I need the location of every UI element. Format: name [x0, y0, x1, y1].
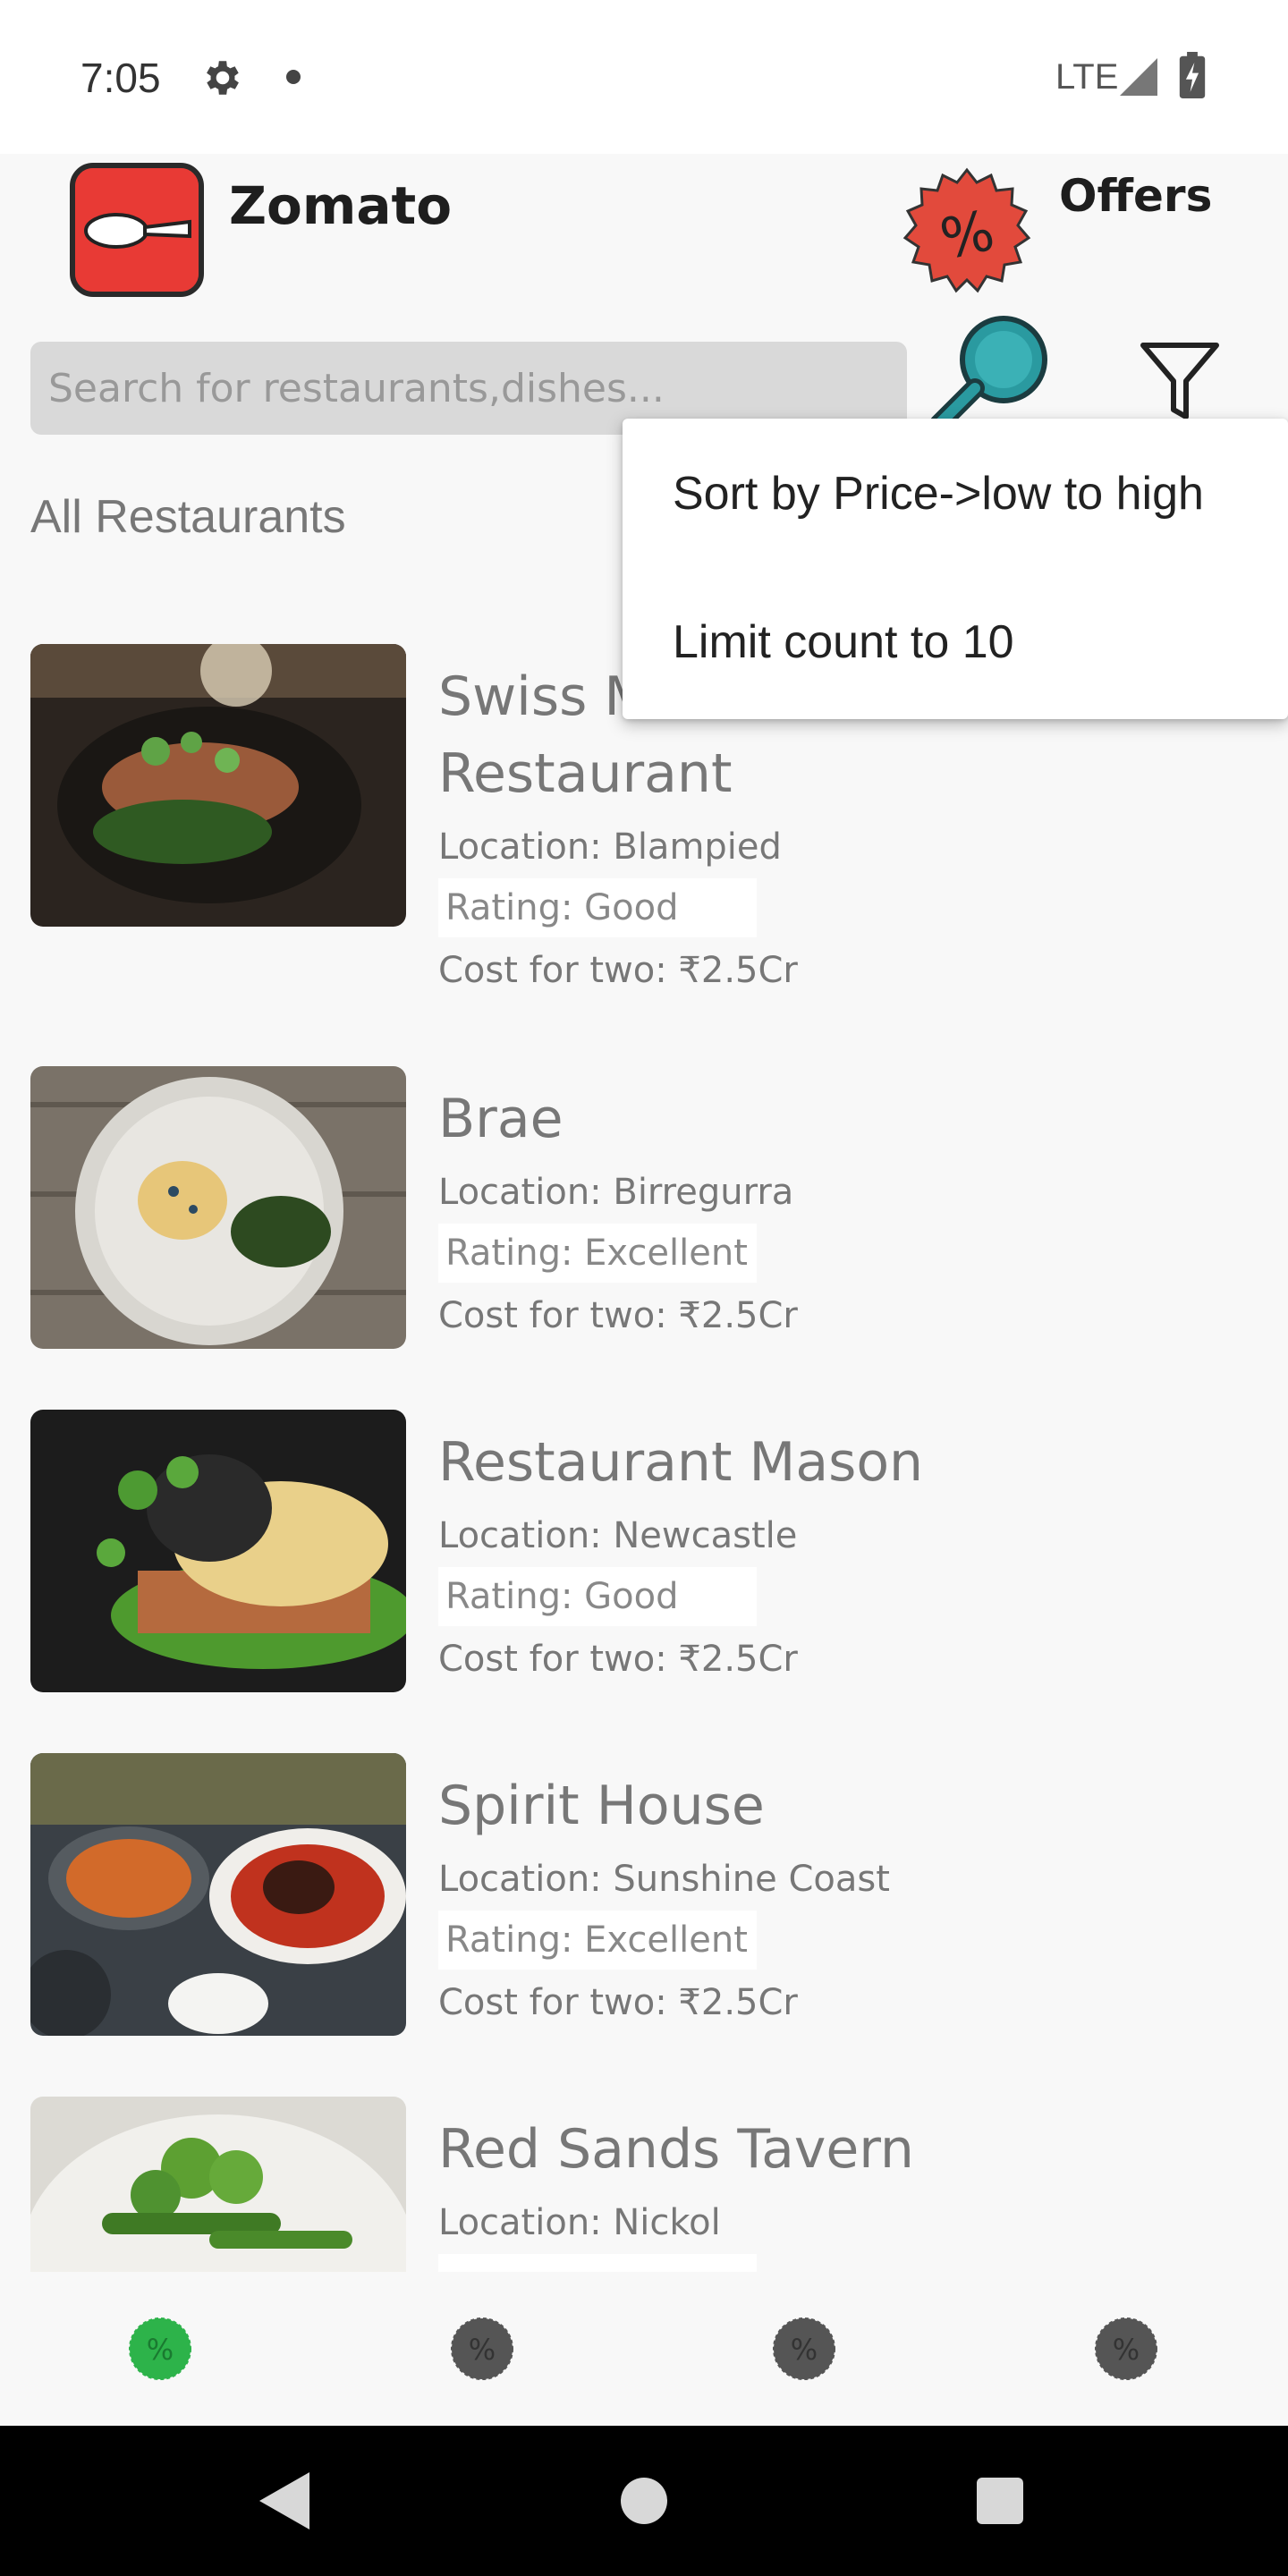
signal-icon — [1120, 58, 1157, 96]
restaurant-rating: Rating: Excellent — [438, 1911, 757, 1970]
restaurant-cost: Cost for two: ₹2.5Cr — [438, 1295, 798, 1336]
spoon-logo-icon — [75, 168, 199, 292]
nav-tab-4-percent-badge-icon[interactable]: % — [1092, 2315, 1160, 2383]
app-logo — [70, 163, 204, 297]
restaurant-thumbnail — [30, 2097, 406, 2272]
restaurant-list[interactable]: Swiss M Restaurant Location: Blampied Ra… — [0, 572, 1288, 2272]
list-item[interactable]: Red Sands Tavern Location: Nickol — [0, 2097, 1288, 2272]
restaurant-thumbnail — [30, 644, 406, 927]
home-icon[interactable] — [621, 2478, 667, 2524]
svg-text:%: % — [147, 2333, 174, 2367]
status-time: 7:05 — [80, 55, 161, 101]
gear-icon — [207, 61, 239, 95]
restaurant-rating: Rating: Good — [438, 1567, 757, 1626]
restaurant-location: Location: Newcastle — [438, 1515, 798, 1556]
restaurant-thumbnail — [30, 1753, 406, 2036]
svg-text:%: % — [791, 2333, 818, 2367]
bottom-navigation: % % % % — [0, 2272, 1288, 2426]
network-type: LTE — [1055, 57, 1119, 97]
notification-dot-icon — [286, 70, 301, 84]
svg-text:%: % — [469, 2333, 496, 2367]
recents-icon[interactable] — [977, 2478, 1023, 2524]
restaurant-location: Location: Sunshine Coast — [438, 1859, 890, 1900]
menu-item-limit-count[interactable]: Limit count to 10 — [673, 615, 1014, 669]
restaurant-cost: Cost for two: ₹2.5Cr — [438, 950, 798, 991]
app-title: Zomato — [229, 175, 453, 236]
restaurant-cost: Cost for two: ₹2.5Cr — [438, 1982, 798, 2023]
restaurant-rating — [438, 2254, 757, 2272]
section-title: All Restaurants — [30, 491, 346, 543]
restaurant-location: Location: Birregurra — [438, 1172, 794, 1213]
nav-tab-2-percent-badge-icon[interactable]: % — [448, 2315, 516, 2383]
restaurant-thumbnail — [30, 1410, 406, 1692]
back-icon[interactable] — [259, 2472, 309, 2529]
overflow-menu: Sort by Price->low to high Limit count t… — [623, 419, 1288, 719]
restaurant-location: Location: Blampied — [438, 826, 782, 868]
menu-item-sort-price[interactable]: Sort by Price->low to high — [673, 467, 1204, 521]
svg-text:%: % — [1113, 2333, 1140, 2367]
status-bar: 7:05 LTE — [0, 0, 1288, 154]
restaurant-name: Brae — [438, 1088, 564, 1150]
battery-charging-icon — [1179, 52, 1206, 98]
offers-badge-icon[interactable]: % — [900, 166, 1034, 301]
restaurant-rating: Rating: Good — [438, 878, 757, 937]
restaurant-rating: Rating: Excellent — [438, 1224, 757, 1283]
search-placeholder: Search for restaurants,dishes... — [48, 365, 665, 411]
restaurant-location: Location: Nickol — [438, 2202, 721, 2243]
offers-label[interactable]: Offers — [1059, 170, 1212, 222]
restaurant-name: Red Sands Tavern — [438, 2118, 914, 2181]
restaurant-name: Spirit House — [438, 1775, 765, 1837]
restaurant-name-line2: Restaurant — [438, 742, 733, 805]
restaurant-cost: Cost for two: ₹2.5Cr — [438, 1639, 798, 1680]
nav-tab-1-percent-badge-icon[interactable]: % — [126, 2315, 194, 2383]
restaurant-thumbnail — [30, 1066, 406, 1349]
list-item[interactable]: Spirit House Location: Sunshine Coast Ra… — [0, 1753, 1288, 2075]
nav-tab-3-percent-badge-icon[interactable]: % — [770, 2315, 838, 2383]
filter-icon[interactable] — [1140, 340, 1220, 420]
list-item[interactable]: Brae Location: Birregurra Rating: Excell… — [0, 1066, 1288, 1388]
system-navigation-bar — [0, 2426, 1288, 2576]
magnifier-icon[interactable] — [930, 313, 1055, 420]
restaurant-name: Restaurant Mason — [438, 1431, 924, 1494]
list-item[interactable]: Restaurant Mason Location: Newcastle Rat… — [0, 1410, 1288, 1732]
